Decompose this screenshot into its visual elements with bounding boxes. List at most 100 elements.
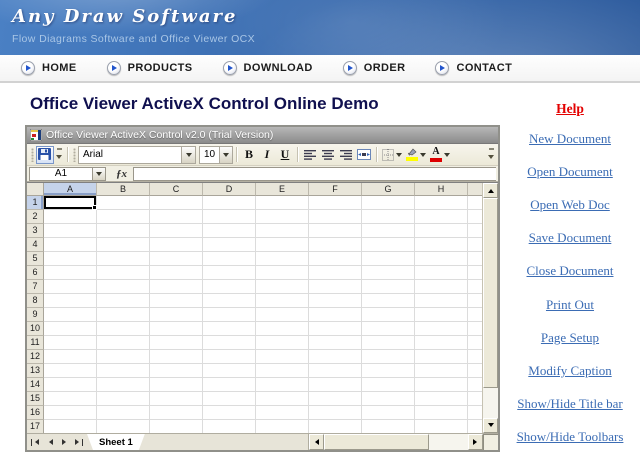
cell-B9[interactable] [97,308,150,322]
cell-D10[interactable] [203,322,256,336]
cell-G16[interactable] [362,406,415,420]
chevron-down-icon[interactable] [181,147,195,163]
cell-G5[interactable] [362,252,415,266]
cell-C16[interactable] [150,406,203,420]
cell-B6[interactable] [97,266,150,280]
row-header-14[interactable]: 14 [27,378,44,392]
cell-H13[interactable] [415,364,468,378]
save-button[interactable] [36,146,54,164]
column-header-A[interactable]: A [44,183,97,196]
cell-D3[interactable] [203,224,256,238]
cell-C8[interactable] [150,294,203,308]
row-header-11[interactable]: 11 [27,336,44,350]
cell-D12[interactable] [203,350,256,364]
cell-B11[interactable] [97,336,150,350]
cell-C7[interactable] [150,280,203,294]
cell-B14[interactable] [97,378,150,392]
vertical-scrollbar[interactable] [482,183,498,433]
cell-B10[interactable] [97,322,150,336]
sidebar-link-save-document[interactable]: Save Document [529,230,612,246]
cell-C9[interactable] [150,308,203,322]
cell-G2[interactable] [362,210,415,224]
borders-button[interactable] [380,146,404,164]
cell-F11[interactable] [309,336,362,350]
cell-G15[interactable] [362,392,415,406]
cell-C14[interactable] [150,378,203,392]
row-header-8[interactable]: 8 [27,294,44,308]
cell-H7[interactable] [415,280,468,294]
cell-B2[interactable] [97,210,150,224]
sidebar-link-modify-caption[interactable]: Modify Caption [528,363,611,379]
row-header-6[interactable]: 6 [27,266,44,280]
cell-B13[interactable] [97,364,150,378]
cell-H8[interactable] [415,294,468,308]
cell-H5[interactable] [415,252,468,266]
cell-E2[interactable] [256,210,309,224]
cell-G8[interactable] [362,294,415,308]
horizontal-scroll-thumb[interactable] [324,434,429,450]
cell-E15[interactable] [256,392,309,406]
row-header-3[interactable]: 3 [27,224,44,238]
bold-button[interactable]: B [240,146,258,164]
nav-item-order[interactable]: ORDER [343,61,406,75]
cell-B3[interactable] [97,224,150,238]
cell-H17[interactable] [415,420,468,433]
name-box-dropdown[interactable] [93,167,106,181]
cell-H15[interactable] [415,392,468,406]
cell-G10[interactable] [362,322,415,336]
italic-button[interactable]: I [258,146,276,164]
sidebar-link-open-document[interactable]: Open Document [527,164,613,180]
cell-B16[interactable] [97,406,150,420]
cell-D8[interactable] [203,294,256,308]
row-header-5[interactable]: 5 [27,252,44,266]
align-right-button[interactable] [337,146,355,164]
row-header-16[interactable]: 16 [27,406,44,420]
cell-A13[interactable] [44,364,97,378]
cell-A11[interactable] [44,336,97,350]
cell-C13[interactable] [150,364,203,378]
select-all-corner[interactable] [27,183,44,196]
name-box[interactable]: A1 [29,167,93,181]
cell-B1[interactable] [97,196,150,210]
scroll-down-button[interactable] [483,418,498,433]
sheet-tab[interactable]: Sheet 1 [87,434,145,450]
cell-E13[interactable] [256,364,309,378]
cell-G9[interactable] [362,308,415,322]
cell-G13[interactable] [362,364,415,378]
cell-C17[interactable] [150,420,203,433]
cell-H4[interactable] [415,238,468,252]
cell-H3[interactable] [415,224,468,238]
cell-G7[interactable] [362,280,415,294]
column-header-F[interactable]: F [309,183,362,196]
row-header-4[interactable]: 4 [27,238,44,252]
cell-D15[interactable] [203,392,256,406]
nav-item-products[interactable]: PRODUCTS [107,61,193,75]
sidebar-link-open-web-doc[interactable]: Open Web Doc [530,197,610,213]
vertical-scroll-thumb[interactable] [483,198,498,388]
cell-H6[interactable] [415,266,468,280]
sidebar-link-show-hide-toolbars[interactable]: Show/Hide Toolbars [517,429,624,445]
cell-C3[interactable] [150,224,203,238]
cell-A6[interactable] [44,266,97,280]
cell-F4[interactable] [309,238,362,252]
cell-H16[interactable] [415,406,468,420]
cell-D9[interactable] [203,308,256,322]
fill-color-button[interactable] [404,146,428,164]
cell-F2[interactable] [309,210,362,224]
font-size-select[interactable]: 10 [199,146,233,164]
formula-input[interactable] [133,167,496,181]
cell-C10[interactable] [150,322,203,336]
underline-button[interactable]: U [276,146,294,164]
cell-A5[interactable] [44,252,97,266]
cell-C5[interactable] [150,252,203,266]
cell-H11[interactable] [415,336,468,350]
cell-D1[interactable] [203,196,256,210]
cell-E10[interactable] [256,322,309,336]
cell-G14[interactable] [362,378,415,392]
cell-F9[interactable] [309,308,362,322]
cell-H2[interactable] [415,210,468,224]
sidebar-link-show-hide-title-bar[interactable]: Show/Hide Title bar [517,396,622,412]
cell-D16[interactable] [203,406,256,420]
cell-F6[interactable] [309,266,362,280]
cell-D5[interactable] [203,252,256,266]
